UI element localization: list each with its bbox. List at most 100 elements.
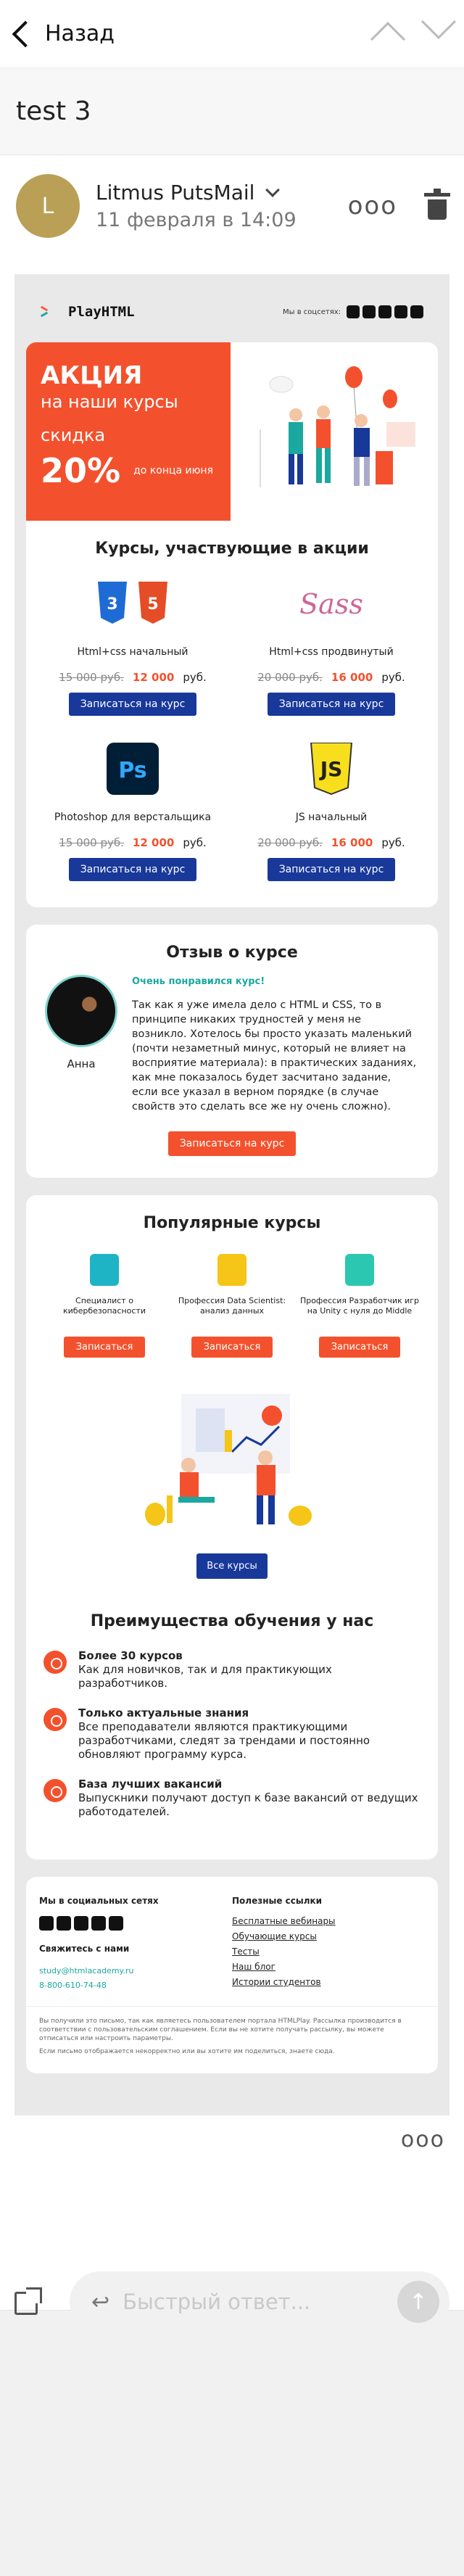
reply-arrow-icon: ↩ — [91, 2289, 110, 2315]
promo-title: АКЦИЯ — [41, 361, 143, 390]
course-name: Html+css начальный — [77, 646, 188, 658]
telegram-icon[interactable] — [91, 1916, 106, 1931]
footer: Мы в социальных сетях Свяжитесь с нами s… — [26, 1877, 438, 2006]
footer-contacts: Мы в социальных сетях Свяжитесь с нами s… — [39, 1896, 232, 1993]
advantage-item: Только актуальные знания Все преподавате… — [44, 1706, 420, 1762]
promo-banner[interactable]: АКЦИЯ на наши курсы скидка 20% до конца … — [26, 342, 438, 521]
reviewer-avatar — [45, 975, 117, 1047]
svg-text:Sass: Sass — [299, 588, 363, 620]
reviewer-name: Анна — [67, 1057, 96, 1070]
course-card: JS JS начальный 20 000 руб. 16 000 руб. … — [232, 740, 431, 881]
vk-icon[interactable] — [109, 1916, 123, 1931]
promo-text: АКЦИЯ на наши курсы скидка 20% до конца … — [26, 342, 231, 521]
review-content: Так как я уже имела дело с HTML и CSS, т… — [132, 999, 417, 1112]
svg-text:5: 5 — [147, 595, 158, 614]
sender-name: Litmus PutsMail — [96, 181, 255, 205]
svg-text:JS: JS — [319, 757, 343, 781]
course-prices: 15 000 руб. 12 000 руб. — [59, 836, 207, 849]
courses-grid: 3 5 Html+css начальный 15 000 руб. 12 00… — [26, 575, 438, 907]
all-courses-button[interactable]: Все курсы — [196, 1553, 268, 1579]
enroll-button[interactable]: Записаться на курс — [69, 693, 196, 716]
back-button[interactable]: Назад — [9, 20, 115, 47]
enroll-button[interactable]: Записаться на курс — [69, 858, 196, 881]
instagram-icon[interactable] — [57, 1916, 71, 1931]
gamepad-icon — [345, 1254, 374, 1286]
popular-title: Популярные курсы — [143, 1214, 321, 1232]
sender-name-row[interactable]: Litmus PutsMail — [96, 181, 348, 205]
footer-phone-link[interactable]: 8-800-610-74-48 — [39, 1978, 232, 1993]
chevron-up-icon[interactable] — [370, 21, 406, 57]
footer-social-title: Мы в социальных сетях — [39, 1896, 159, 1906]
facebook-icon[interactable] — [39, 1916, 54, 1931]
course-name: Photoshop для верстальщика — [54, 812, 212, 823]
open-external-icon[interactable] — [14, 2287, 44, 2316]
advantage-text: Более 30 курсов Как для новичков, так и … — [78, 1649, 420, 1690]
brand-name: PlayHTML — [68, 304, 135, 320]
photoshop-icon: Ps — [93, 740, 173, 797]
course-card: Ps Photoshop для верстальщика 15 000 руб… — [33, 740, 232, 881]
reply-bar: ↩ ↑ — [0, 2254, 464, 2332]
courses-icon — [44, 1651, 67, 1674]
advantage-desc: Выпускники получают доступ к базе ваканс… — [78, 1791, 418, 1818]
popular-enroll-button[interactable]: Записаться — [319, 1337, 400, 1358]
footer-card: Мы в социальных сетях Свяжитесь с нами s… — [26, 1877, 438, 2073]
courses-title: Курсы, участвующие в акции — [95, 540, 369, 558]
more-actions-icon[interactable]: ooo — [0, 2127, 464, 2152]
legal-notice: Вы получили это письмо, так как являетес… — [26, 2006, 438, 2073]
promo-illustration — [231, 342, 438, 521]
footer-link[interactable]: Бесплатные вебинары — [232, 1916, 425, 1926]
promo-subtitle: на наши курсы — [41, 392, 178, 412]
course-card: Sass Html+css продвинутый 20 000 руб. 16… — [232, 575, 431, 716]
instagram-icon[interactable] — [362, 305, 376, 318]
course-prices: 20 000 руб. 16 000 руб. — [257, 836, 405, 849]
enroll-button[interactable]: Записаться на курс — [268, 858, 395, 881]
advantage-head: Более 30 курсов — [78, 1649, 183, 1662]
footer-link[interactable]: Наш блог — [232, 1962, 425, 1972]
popular-item-title: Профессия Data Scientist: анализ данных — [178, 1296, 286, 1316]
all-courses-row: Все курсы — [26, 1553, 438, 1579]
enroll-button[interactable]: Записаться на курс — [268, 693, 395, 716]
promo-card: АКЦИЯ на наши курсы скидка 20% до конца … — [26, 342, 438, 907]
email-header: PlayHTML Мы в соцсетях: — [26, 281, 438, 342]
old-price: 20 000 руб. — [257, 671, 323, 684]
js-icon: JS — [291, 740, 371, 797]
youtube-icon[interactable] — [378, 305, 392, 318]
footer-link[interactable]: Тесты — [232, 1947, 425, 1957]
youtube-icon[interactable] — [74, 1916, 88, 1931]
popular-card: Популярные курсы Специалист о кибербезоп… — [26, 1195, 438, 1859]
footer-link[interactable]: Истории студентов — [232, 1977, 425, 1987]
facebook-icon[interactable] — [347, 305, 360, 318]
telegram-icon[interactable] — [394, 305, 407, 318]
footer-email-link[interactable]: study@htmlacademy.ru — [39, 1964, 232, 1978]
social-label: Мы в соцсетях: — [283, 307, 341, 316]
sender-row: L Litmus PutsMail 11 февраля в 14:09 ooo — [0, 155, 464, 257]
review-author: Анна — [45, 975, 117, 1114]
footer-links-list: Бесплатные вебинары Обучающие курсы Тест… — [232, 1916, 425, 1987]
chevron-down-icon[interactable] — [420, 4, 457, 39]
promo-discount-label: скидка — [41, 425, 106, 445]
advantages-list: Более 30 курсов Как для новичков, так и … — [26, 1630, 438, 1859]
vk-icon[interactable] — [410, 305, 423, 318]
footer-link[interactable]: Обучающие курсы — [232, 1931, 425, 1941]
advantage-desc: Все преподаватели являются практикующими… — [78, 1720, 370, 1761]
more-options-icon[interactable]: ooo — [348, 191, 397, 220]
popular-enroll-button[interactable]: Записаться — [64, 1337, 145, 1358]
chevron-down-icon[interactable] — [265, 182, 281, 197]
quick-reply-input[interactable] — [123, 2290, 397, 2314]
cybersecurity-icon — [90, 1254, 119, 1286]
popular-enroll-button[interactable]: Записаться — [191, 1337, 273, 1358]
quick-reply-box[interactable]: ↩ ↑ — [70, 2271, 450, 2332]
trash-icon[interactable] — [424, 189, 450, 220]
course-card: 3 5 Html+css начальный 15 000 руб. 12 00… — [33, 575, 232, 716]
bottom-background — [0, 2310, 464, 2576]
send-icon[interactable]: ↑ — [397, 2281, 439, 2323]
footer-links: Полезные ссылки Бесплатные вебинары Обуч… — [232, 1896, 425, 1993]
popular-item: Профессия Разработчик игр на Unity с нул… — [296, 1254, 423, 1358]
review-text: Очень понравился курс! Так как я уже име… — [132, 975, 419, 1114]
sender-avatar[interactable]: L — [16, 174, 80, 238]
review-enroll-button[interactable]: Записаться на курс — [167, 1131, 297, 1156]
svg-text:3: 3 — [107, 595, 117, 614]
brand-logo[interactable]: PlayHTML — [40, 304, 135, 320]
course-name: Html+css продвинутый — [269, 646, 394, 658]
footer-contact-info: study@htmlacademy.ru 8-800-610-74-48 — [39, 1964, 232, 1993]
